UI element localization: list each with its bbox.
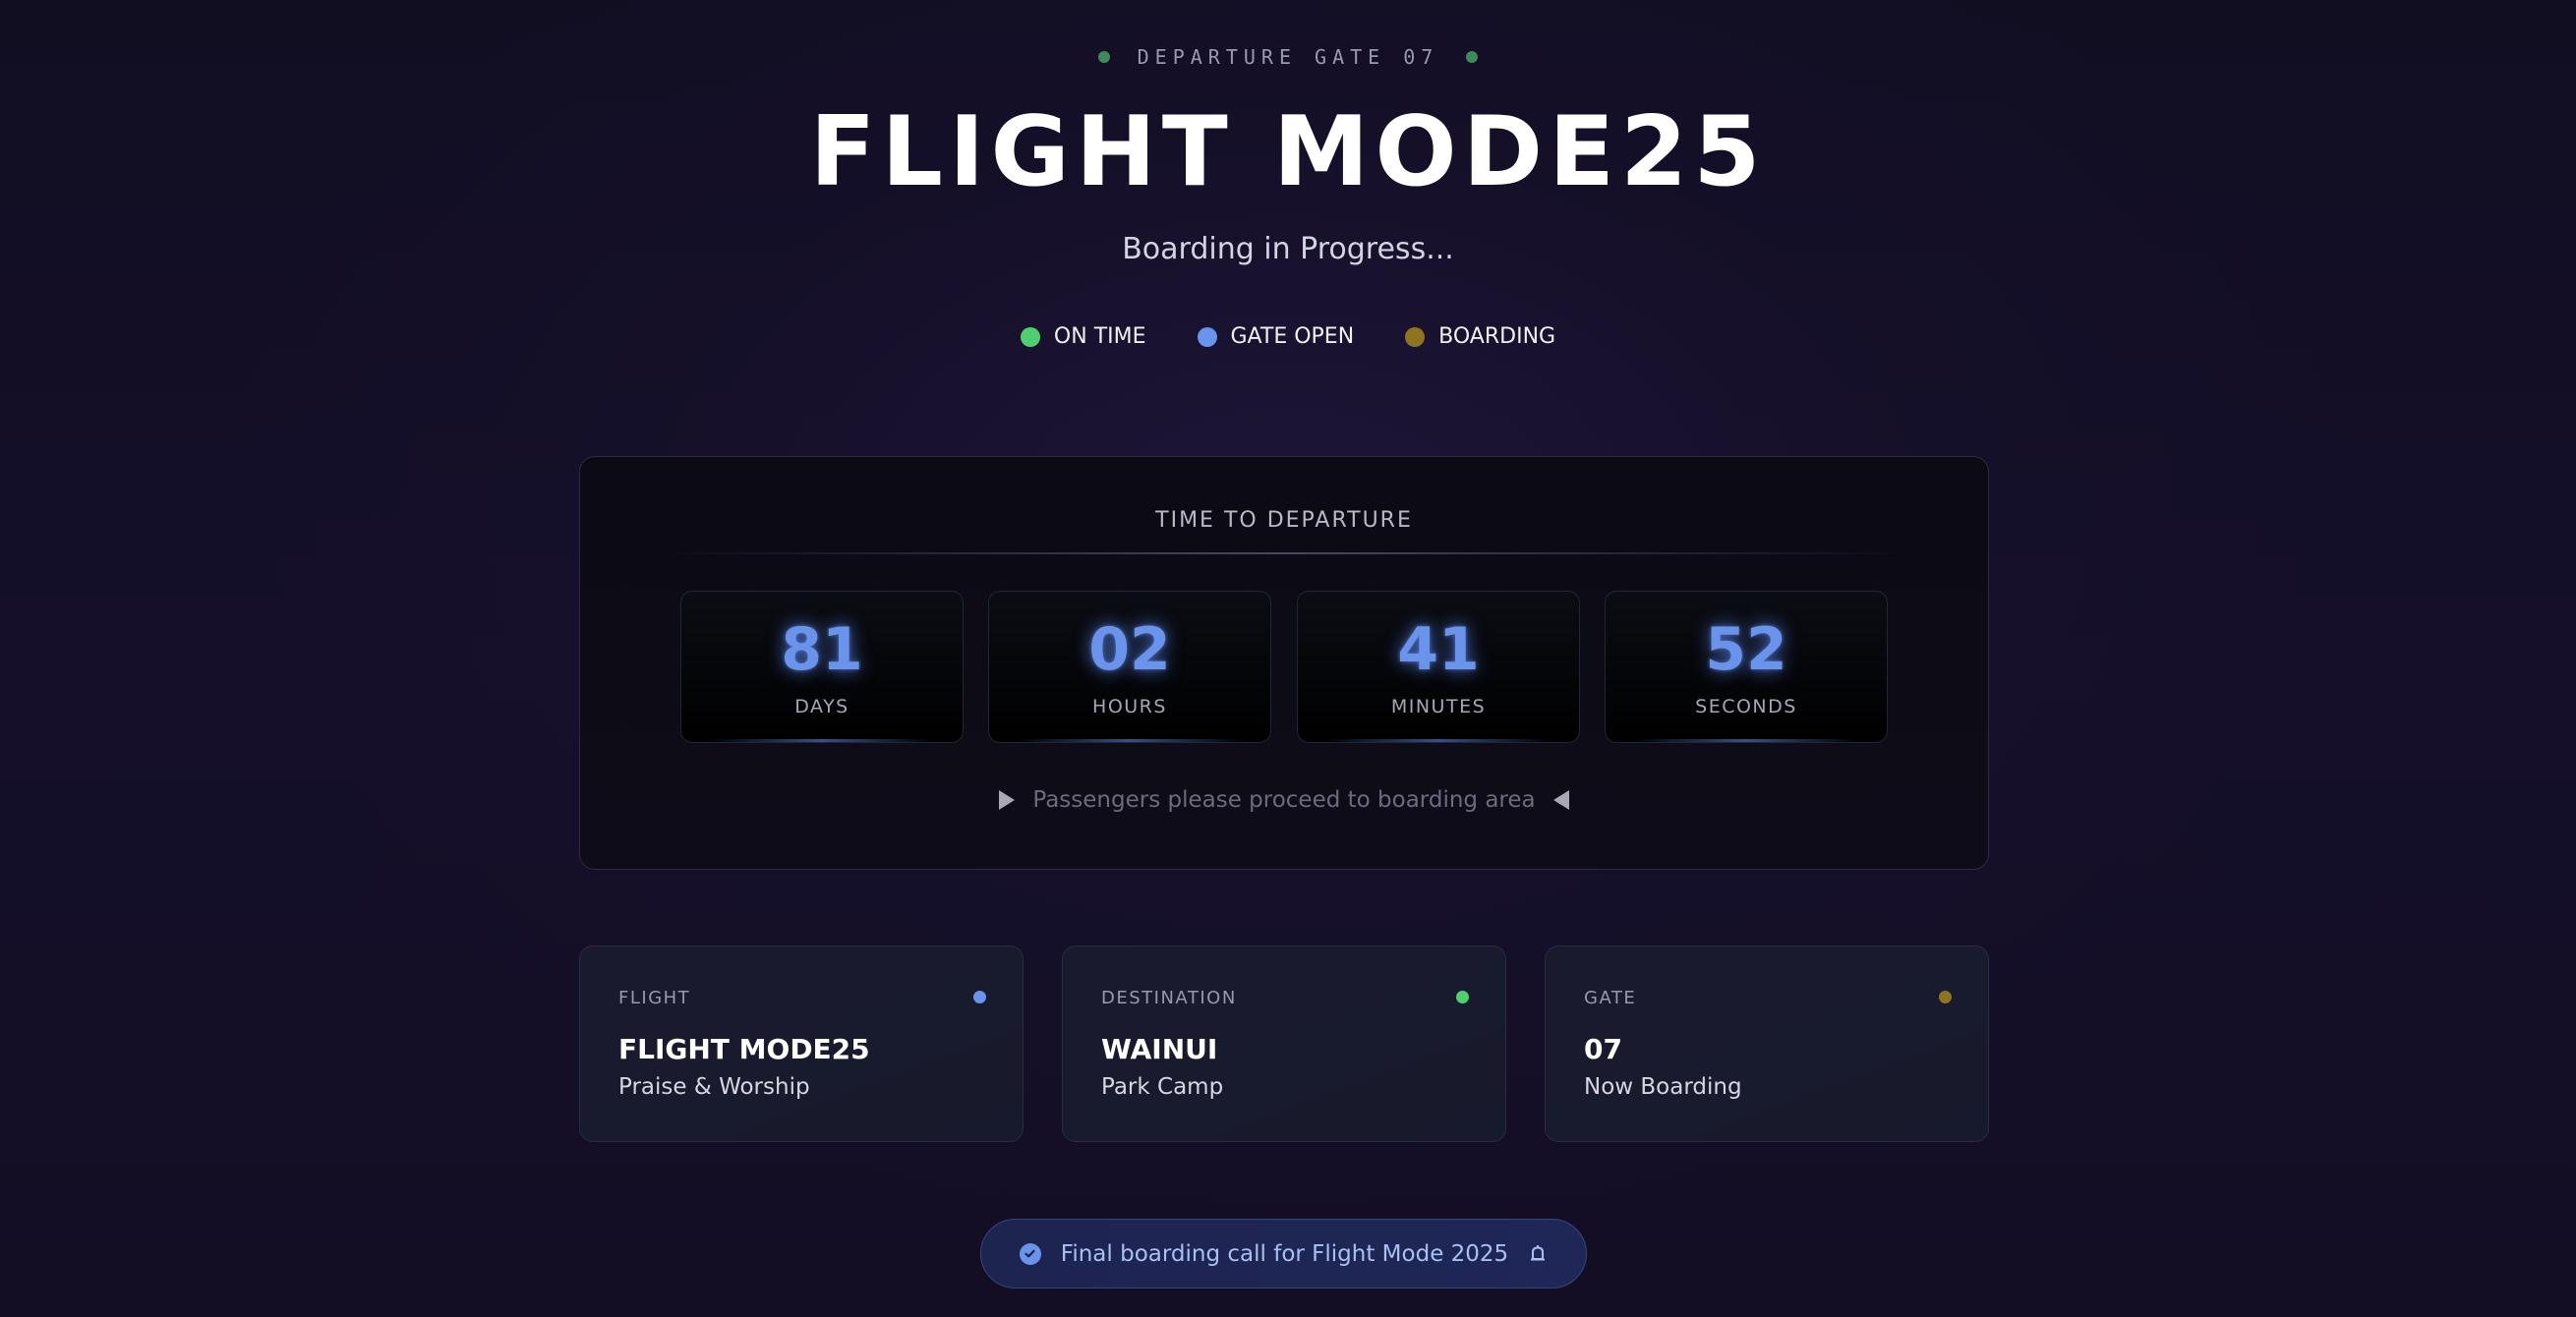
minutes-label: MINUTES <box>1390 696 1487 717</box>
banner-text: Final boarding call for Flight Mode 2025 <box>1060 1240 1509 1267</box>
blue-dot-icon <box>973 991 986 1003</box>
countdown-seconds: 52 SECONDS <box>1605 591 1888 743</box>
bell-icon <box>1528 1243 1548 1265</box>
info-card-flight: FLIGHT FLIGHT MODE25 Praise & Worship <box>579 945 1024 1142</box>
card-subtext: Praise & Worship <box>618 1074 810 1100</box>
divider <box>669 552 1902 554</box>
info-card-gate: GATE 07 Now Boarding <box>1545 945 1989 1142</box>
info-card-destination: DESTINATION WAINUI Park Camp <box>1062 945 1506 1142</box>
amber-dot-icon <box>1939 991 1952 1003</box>
gate-header: DEPARTURE GATE 07 <box>0 45 2576 69</box>
boarding-message: Passengers please proceed to boarding ar… <box>580 787 1988 813</box>
countdown-panel: TIME TO DEPARTURE 81 DAYS 02 HOURS 41 MI… <box>579 456 1989 870</box>
card-label: DESTINATION <box>1101 988 1237 1008</box>
status-legend: ON TIME GATE OPEN BOARDING <box>0 324 2576 349</box>
status-label: ON TIME <box>1053 324 1146 349</box>
hours-label: HOURS <box>1092 696 1167 717</box>
seconds-value: 52 <box>1705 615 1787 684</box>
status-gate-open: GATE OPEN <box>1197 324 1355 349</box>
card-subtext: Now Boarding <box>1584 1074 1742 1100</box>
card-value: FLIGHT MODE25 <box>618 1033 870 1065</box>
amber-dot-icon <box>1405 326 1426 347</box>
page-subtitle: Boarding in Progress... <box>1122 232 1454 266</box>
countdown-days: 81 DAYS <box>680 591 964 743</box>
status-boarding: BOARDING <box>1405 324 1555 349</box>
triangle-right-icon <box>999 790 1016 810</box>
green-dot-icon <box>1020 326 1040 347</box>
boarding-message-text: Passengers please proceed to boarding ar… <box>1032 787 1536 813</box>
card-label: FLIGHT <box>618 988 691 1008</box>
page-title: FLIGHT MODE25 <box>809 96 1767 208</box>
green-dot-icon <box>1456 991 1469 1003</box>
countdown-title: TIME TO DEPARTURE <box>1155 508 1413 533</box>
card-value: 07 <box>1584 1033 1622 1065</box>
card-value: WAINUI <box>1101 1033 1218 1065</box>
countdown-hours: 02 HOURS <box>988 591 1271 743</box>
seconds-label: SECONDS <box>1695 696 1797 717</box>
days-label: DAYS <box>794 696 849 717</box>
hours-value: 02 <box>1088 615 1171 684</box>
status-dot-icon <box>1466 51 1479 63</box>
status-on-time: ON TIME <box>1020 324 1146 349</box>
card-subtext: Park Camp <box>1101 1074 1224 1100</box>
card-label: GATE <box>1584 988 1637 1008</box>
status-label: GATE OPEN <box>1230 324 1355 349</box>
gate-label: DEPARTURE GATE 07 <box>1137 45 1439 69</box>
check-circle-icon <box>1019 1242 1041 1265</box>
status-label: BOARDING <box>1438 324 1556 349</box>
boarding-call-banner: Final boarding call for Flight Mode 2025 <box>980 1219 1587 1288</box>
triangle-left-icon <box>1552 790 1569 810</box>
countdown-minutes: 41 MINUTES <box>1297 591 1580 743</box>
minutes-value: 41 <box>1397 615 1480 684</box>
status-dot-icon <box>1097 51 1110 63</box>
days-value: 81 <box>781 615 863 684</box>
blue-dot-icon <box>1197 326 1217 347</box>
